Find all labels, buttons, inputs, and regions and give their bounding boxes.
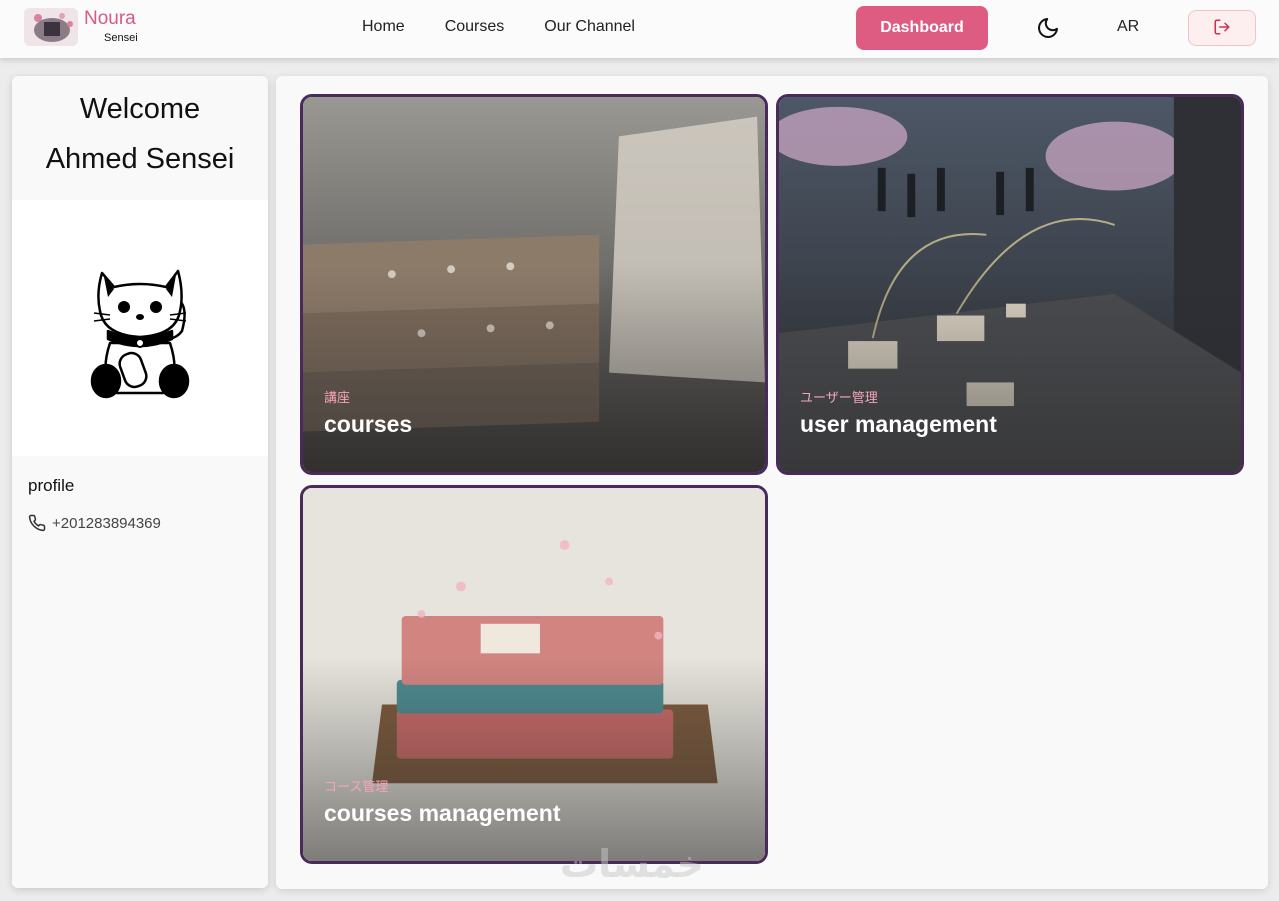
lucky-cat-icon (90, 269, 190, 399)
logo-image (24, 8, 78, 46)
profile-sidebar: Welcome Ahmed Sensei profile +2012838943… (12, 76, 268, 888)
dashboard-panel: 講座 courses ユーザー管理 user management コース管理 … (276, 76, 1268, 889)
logout-icon (1213, 18, 1231, 39)
nav-our-channel[interactable]: Our Channel (544, 18, 635, 36)
dark-mode-toggle-icon[interactable] (1036, 16, 1060, 40)
welcome-heading: Welcome Ahmed Sensei (12, 76, 268, 200)
card-japanese-label: ユーザー管理 (800, 390, 878, 405)
brand-logo[interactable]: Noura Sensei (24, 8, 138, 46)
card-title: user management (800, 411, 997, 437)
language-toggle[interactable]: AR (1117, 18, 1139, 36)
main-nav: Home Courses Our Channel (362, 18, 635, 36)
courses-card[interactable]: 講座 courses (300, 94, 768, 475)
card-title: courses (324, 411, 413, 437)
card-japanese-label: 講座 (324, 390, 351, 405)
nav-home[interactable]: Home (362, 18, 405, 36)
user-management-card[interactable]: ユーザー管理 user management (776, 94, 1244, 475)
card-title: courses management (324, 800, 561, 826)
brand-subtitle: Sensei (104, 32, 138, 44)
courses-management-card[interactable]: コース管理 courses management (300, 485, 768, 864)
phone-row: +201283894369 (28, 514, 252, 532)
avatar (12, 200, 268, 456)
phone-icon (28, 514, 46, 532)
watermark-text: خمسات (560, 844, 704, 886)
dashboard-button[interactable]: Dashboard (856, 6, 988, 50)
card-japanese-label: コース管理 (324, 779, 389, 794)
phone-number: +201283894369 (52, 514, 161, 532)
nav-courses[interactable]: Courses (445, 18, 505, 36)
top-navbar: Noura Sensei Home Courses Our Channel Da… (0, 0, 1279, 58)
welcome-name: Ahmed Sensei (45, 143, 235, 175)
logout-button[interactable] (1188, 10, 1256, 46)
profile-link[interactable]: profile (28, 476, 252, 496)
welcome-line: Welcome (79, 93, 201, 125)
brand-name: Noura (84, 8, 136, 29)
